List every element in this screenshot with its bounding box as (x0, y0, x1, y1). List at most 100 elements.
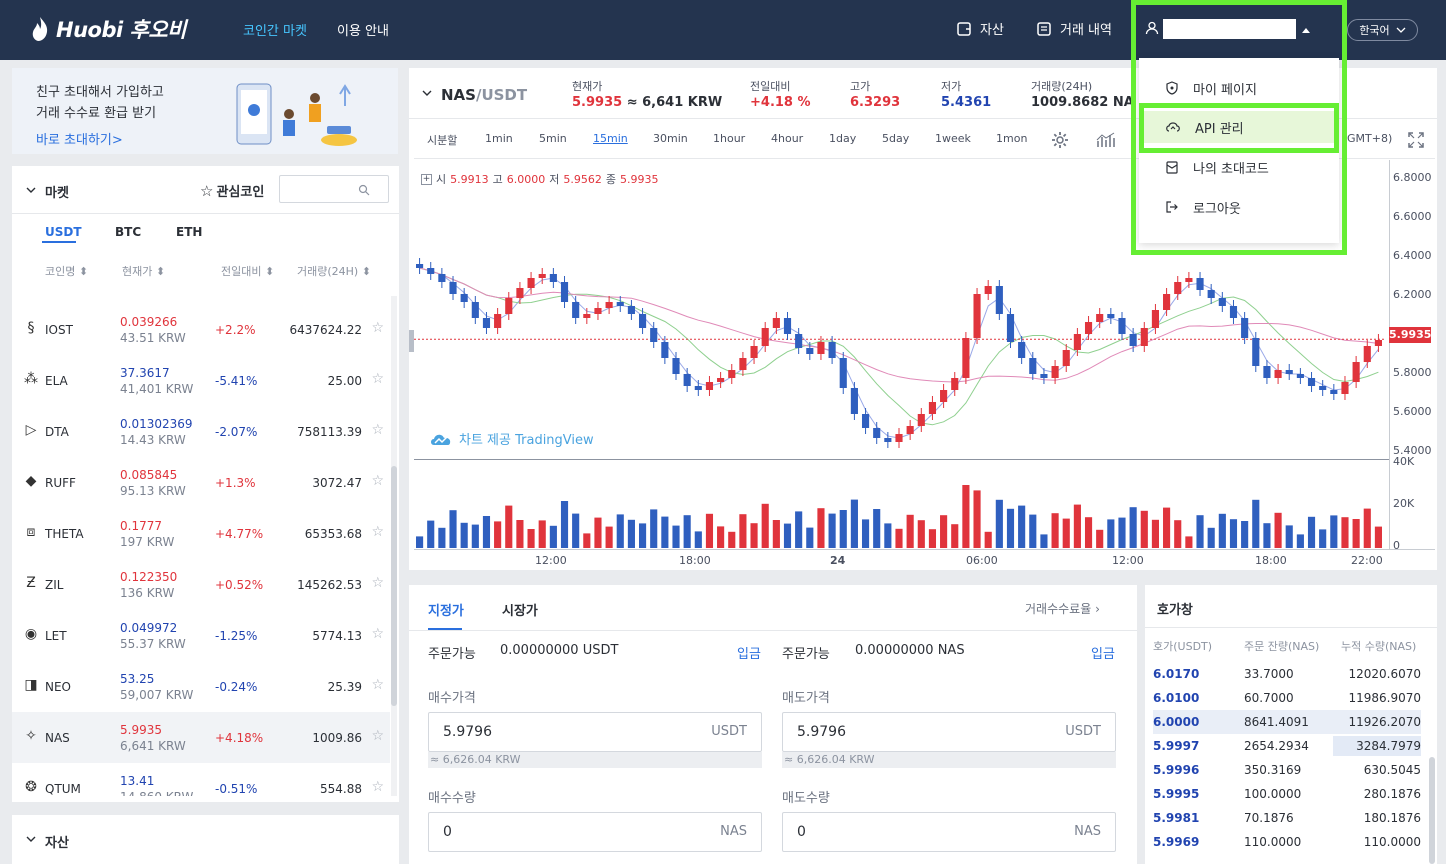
market-row[interactable]: ◉ LET 0.049972 55.37 KRW -1.25% 5774.13 ☆ (12, 610, 390, 661)
favorite-star-icon[interactable]: ☆ (371, 371, 384, 387)
menu-invite-code[interactable]: 나의 초대코드 (1139, 151, 1339, 183)
sell-deposit-link[interactable]: 입금 (1091, 643, 1115, 662)
assets-menu[interactable]: 자산 (956, 19, 1004, 38)
market-scrollbar[interactable] (391, 296, 397, 796)
buy-deposit-link[interactable]: 입금 (737, 643, 761, 662)
order-book-row[interactable]: 6.0100 60.7000 11986.9070 (1153, 686, 1421, 710)
market-row[interactable]: ⁂ ELA 37.3617 41,401 KRW -5.41% 25.00 ☆ (12, 355, 390, 406)
book-cumulative: 12020.6070 (1348, 667, 1421, 681)
market-row[interactable]: ❂ QTUM 13.41 14,860 KRW -0.51% 554.88 ☆ (12, 763, 390, 796)
favorite-star-icon[interactable]: ☆ (371, 473, 384, 489)
huobi-logo[interactable]: Huobi 후오비 (30, 12, 186, 46)
pair-chevron-icon[interactable] (422, 89, 432, 97)
caret-up-icon[interactable] (1301, 26, 1311, 34)
tab-usdt[interactable]: USDT (45, 225, 82, 239)
volume-bar (1241, 521, 1249, 548)
timeframe-option[interactable]: 5min (539, 132, 567, 145)
trading-pair[interactable]: NAS/USDT (441, 86, 527, 104)
favorite-star-icon[interactable]: ☆ (371, 320, 384, 336)
timeframe-option[interactable]: 1week (935, 132, 971, 145)
volume-bar (884, 523, 892, 548)
sell-price-input[interactable]: 5.9796 USDT (782, 712, 1116, 752)
favorites-toggle[interactable]: ☆ 관심코인 (200, 181, 264, 201)
timeframe-option[interactable]: 30min (653, 132, 688, 145)
coin-price-krw: 197 KRW (120, 535, 175, 549)
timeframe-option[interactable]: 15min (593, 132, 628, 145)
timeframe-option[interactable]: 1day (829, 132, 856, 145)
tab-btc[interactable]: BTC (115, 225, 141, 239)
invite-promo-banner[interactable]: 친구 초대해서 가입하고 거래 수수료 환급 받기 바로 초대하기> (12, 68, 398, 154)
language-selector[interactable]: 한국어 (1347, 19, 1418, 41)
nav-guide[interactable]: 이용 안내 (337, 20, 389, 39)
candle-body (1073, 334, 1081, 350)
favorite-star-icon[interactable]: ☆ (371, 677, 384, 693)
market-search-input[interactable] (279, 175, 389, 203)
tab-limit-order[interactable]: 지정가 (428, 600, 464, 619)
market-row[interactable]: Ƶ ZIL 0.122350 136 KRW +0.52% 145262.53 ☆ (12, 559, 390, 610)
fee-rate-link[interactable]: 거래수수료율 › (1025, 600, 1100, 617)
market-row[interactable]: ⧈ THETA 0.1777 197 KRW +4.77% 65353.68 ☆ (12, 508, 390, 559)
market-row[interactable]: § IOST 0.039266 43.51 KRW +2.2% 6437624.22 ☆ (12, 304, 390, 355)
volume-bar (560, 501, 569, 548)
tradingview-watermark[interactable]: 차트 제공 TradingView (429, 429, 594, 448)
candle-body (850, 388, 858, 414)
timeframe-option[interactable]: 4hour (771, 132, 803, 145)
nav-coin-market[interactable]: 코인간 마켓 (243, 20, 307, 39)
col-price[interactable]: 현재가 ⬍ (122, 263, 165, 279)
favorite-star-icon[interactable]: ☆ (371, 422, 384, 438)
order-book-row[interactable]: 5.9995 100.0000 280.1876 (1153, 782, 1421, 806)
favorite-star-icon[interactable]: ☆ (371, 524, 384, 540)
timeframe-option[interactable]: 1min (485, 132, 513, 145)
left-drag-handle[interactable] (409, 330, 414, 352)
candle-body (1330, 390, 1338, 394)
market-row[interactable]: ◨ NEO 53.25 59,007 KRW -0.24% 25.39 ☆ (12, 661, 390, 712)
order-book-scrollbar[interactable] (1429, 757, 1435, 864)
fullscreen-icon[interactable] (1407, 131, 1425, 149)
order-book-row[interactable]: 5.9981 70.1876 180.1876 (1153, 806, 1421, 830)
collapse-chevron-icon[interactable] (26, 186, 36, 194)
candle-body (1252, 338, 1260, 366)
market-row[interactable]: ◆ RUFF 0.085845 95.13 KRW +1.3% 3072.47 ☆ (12, 457, 390, 508)
buy-price-input[interactable]: 5.9796 USDT (428, 712, 762, 752)
market-row[interactable]: ✧ NAS 5.9935 6,641 KRW +4.18% 1009.86 ☆ (12, 712, 390, 763)
indicators-icon[interactable] (1096, 131, 1116, 149)
order-book-row[interactable]: 6.0170 33.7000 12020.6070 (1153, 662, 1421, 686)
col-change[interactable]: 전일대비 ⬍ (221, 263, 274, 279)
volume-value: 1009.8682 NAS (1031, 95, 1133, 110)
favorite-star-icon[interactable]: ☆ (371, 626, 384, 642)
order-book-row[interactable]: 5.9969 110.0000 110.0000 (1153, 830, 1421, 854)
history-menu[interactable]: 거래 내역 (1036, 19, 1112, 38)
volume-bar (1363, 508, 1371, 548)
timeframe-option[interactable]: 시분할 (427, 132, 457, 148)
tab-market-order[interactable]: 시장가 (502, 600, 538, 619)
col-volume[interactable]: 거래량(24H) ⬍ (297, 263, 371, 279)
username-field[interactable] (1163, 19, 1296, 39)
collapse-chevron-icon[interactable] (26, 835, 36, 843)
sell-qty-input[interactable]: 0 NAS (782, 812, 1116, 852)
candle-body (1352, 362, 1360, 382)
menu-api-management[interactable]: API 관리 (1139, 111, 1339, 143)
favorite-star-icon[interactable]: ☆ (371, 575, 384, 591)
book-qty: 33.7000 (1244, 667, 1294, 681)
menu-logout[interactable]: 로그아웃 (1139, 191, 1339, 223)
coin-change: +4.18% (215, 731, 264, 745)
order-book-row[interactable]: 6.0000 8641.4091 11926.2070 (1153, 710, 1421, 734)
col-coin-name[interactable]: 코인명 ⬍ (45, 263, 88, 279)
user-icon[interactable] (1145, 21, 1159, 35)
timeframe-option[interactable]: 5day (882, 132, 909, 145)
market-row[interactable]: ▷ DTA 0.01302369 14.43 KRW -2.07% 758113.39 ☆ (12, 406, 390, 457)
buy-qty-input[interactable]: 0 NAS (428, 812, 762, 852)
timeframe-option[interactable]: 1hour (713, 132, 745, 145)
buy-qty-unit: NAS (720, 824, 747, 839)
menu-my-page[interactable]: 마이 페이지 (1139, 72, 1339, 104)
favorite-star-icon[interactable]: ☆ (371, 728, 384, 744)
tab-eth[interactable]: ETH (176, 225, 202, 239)
order-book-row[interactable]: 5.9997 2654.2934 3284.7979 (1153, 734, 1421, 758)
order-book-row[interactable]: 5.9996 350.3169 630.5045 (1153, 758, 1421, 782)
settings-gear-icon[interactable] (1051, 131, 1069, 149)
scrollbar-thumb[interactable] (391, 466, 397, 706)
pane-separator (414, 459, 1389, 460)
invite-link[interactable]: 바로 초대하기> (36, 129, 123, 148)
favorite-star-icon[interactable]: ☆ (371, 779, 384, 795)
timeframe-option[interactable]: 1mon (996, 132, 1027, 145)
